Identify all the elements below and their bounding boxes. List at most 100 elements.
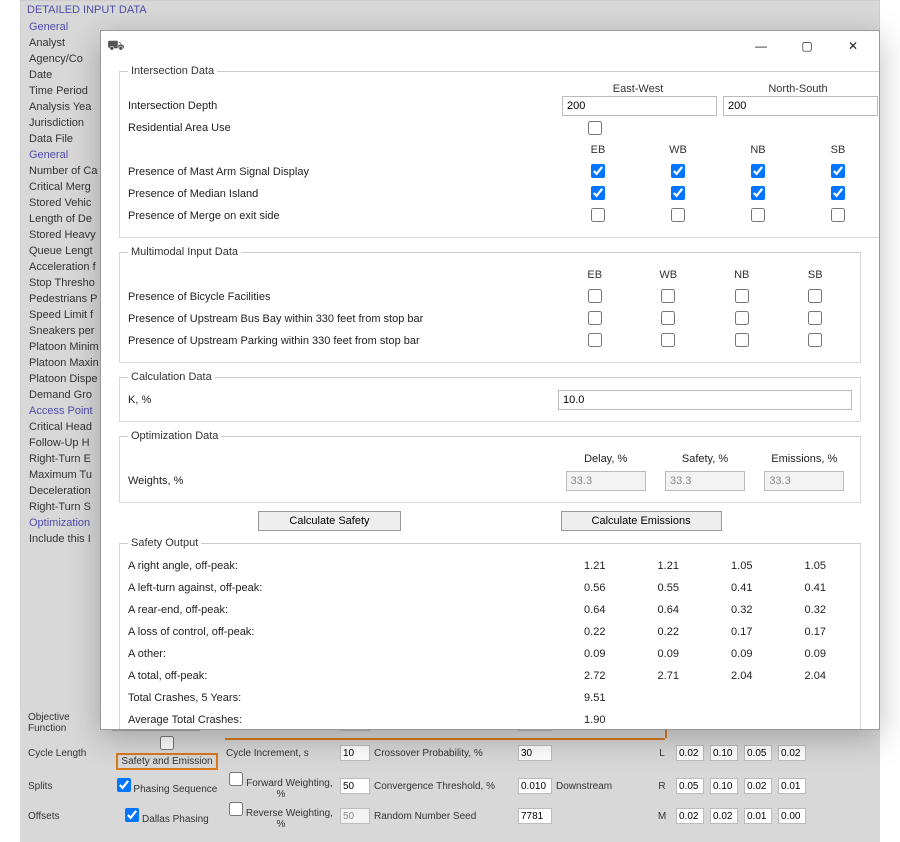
safety-value: 2.71 [632, 670, 706, 682]
grid-r3c3[interactable] [744, 778, 772, 794]
grid-r4c3[interactable] [744, 808, 772, 824]
intersection-row-label: Presence of Merge on exit side [128, 210, 558, 222]
grid-r1c4[interactable] [778, 745, 806, 761]
intersection-col-nb: NB [728, 144, 788, 156]
intersection-row: Presence of Merge on exit side [128, 205, 878, 227]
maximize-button[interactable]: ▢ [787, 34, 827, 58]
intersection-checkbox[interactable] [671, 164, 685, 178]
safety-value: 0.32 [779, 604, 853, 616]
phasing-seq-checkbox[interactable] [229, 772, 243, 786]
delay-col: Delay, % [558, 453, 653, 465]
k-input[interactable] [558, 390, 852, 410]
intersection-checkbox[interactable] [831, 208, 845, 222]
objective-function-label: Objective Function [28, 712, 108, 734]
weight-emissions [764, 471, 844, 491]
multimodal-checkbox[interactable] [735, 333, 749, 347]
cycle-increment-input[interactable] [340, 745, 370, 761]
safety-value: 0.56 [558, 582, 632, 594]
multimodal-row-label: Presence of Upstream Parking within 330 … [128, 335, 558, 347]
multimodal-row: Presence of Bicycle Facilities [128, 286, 852, 308]
multimodal-checkbox[interactable] [661, 289, 675, 303]
safety-value: 0.64 [632, 604, 706, 616]
grid-r1c2[interactable] [710, 745, 738, 761]
grid-r3c2[interactable] [710, 778, 738, 794]
convergence-input[interactable] [518, 778, 552, 794]
safety-and-emission-button[interactable]: Safety and Emission [116, 753, 217, 770]
intersection-row-label: Presence of Mast Arm Signal Display [128, 166, 558, 178]
multimodal-legend: Multimodal Input Data [128, 246, 241, 258]
cycle-length-checkbox[interactable] [160, 736, 174, 750]
intersection-checkbox[interactable] [751, 164, 765, 178]
rng-input[interactable] [518, 808, 552, 824]
weights-label: Weights, % [128, 475, 558, 487]
multimodal-checkbox[interactable] [808, 333, 822, 347]
multimodal-col-wb: WB [638, 269, 698, 281]
forward-weight-input[interactable] [340, 778, 370, 794]
multimodal-checkbox[interactable] [735, 311, 749, 325]
splits-checkbox[interactable] [117, 778, 131, 792]
safety-row-label: A other: [128, 648, 558, 660]
multimodal-checkbox[interactable] [808, 289, 822, 303]
dallas-checkbox[interactable] [229, 802, 243, 816]
offsets-checkbox[interactable] [125, 808, 139, 822]
titlebar: ⛟ — ▢ ✕ [101, 31, 879, 61]
convergence-label: Convergence Threshold, % [374, 781, 514, 792]
multimodal-col-sb: SB [785, 269, 845, 281]
intersection-col-wb: WB [648, 144, 708, 156]
safety-value: 0.09 [632, 648, 706, 660]
k-label: K, % [128, 394, 558, 406]
minimize-button[interactable]: — [741, 34, 781, 58]
intersection-checkbox[interactable] [831, 186, 845, 200]
safety-value: 0.09 [779, 648, 853, 660]
safety-value: 0.41 [705, 582, 779, 594]
multimodal-row: Presence of Upstream Parking within 330 … [128, 330, 852, 352]
safety-value: 0.22 [632, 626, 706, 638]
intersection-checkbox[interactable] [831, 164, 845, 178]
bg-section-title: DETAILED INPUT DATA [21, 1, 879, 19]
intersection-checkbox[interactable] [591, 186, 605, 200]
multimodal-col-eb: EB [565, 269, 625, 281]
multimodal-checkbox[interactable] [735, 289, 749, 303]
depth-ns-input[interactable] [723, 96, 878, 116]
grid-r4c1[interactable] [676, 808, 704, 824]
multimodal-row-label: Presence of Upstream Bus Bay within 330 … [128, 313, 558, 325]
grid-r4c2[interactable] [710, 808, 738, 824]
intersection-col-eb: EB [568, 144, 628, 156]
safety-value: 1.05 [705, 560, 779, 572]
multimodal-checkbox[interactable] [588, 289, 602, 303]
multimodal-checkbox[interactable] [588, 333, 602, 347]
intersection-checkbox[interactable] [751, 186, 765, 200]
intersection-checkbox[interactable] [671, 208, 685, 222]
calculate-emissions-button[interactable]: Calculate Emissions [561, 511, 722, 531]
safety-value: 1.21 [632, 560, 706, 572]
multimodal-checkbox[interactable] [808, 311, 822, 325]
safety-value: 0.09 [705, 648, 779, 660]
calc-legend: Calculation Data [128, 371, 215, 383]
close-button[interactable]: ✕ [833, 34, 873, 58]
safety-row-label: A rear-end, off-peak: [128, 604, 558, 616]
crossover-input[interactable] [518, 745, 552, 761]
crossover-label: Crossover Probability, % [374, 748, 514, 759]
grid-r3c1[interactable] [676, 778, 704, 794]
grid-r1c1[interactable] [676, 745, 704, 761]
residential-area-checkbox[interactable] [588, 121, 602, 135]
intersection-checkbox[interactable] [751, 208, 765, 222]
intersection-checkbox[interactable] [671, 186, 685, 200]
dallas-label: Dallas Phasing [142, 814, 209, 825]
forward-weight-label: Forward Weighting, % [246, 778, 333, 800]
depth-ew-input[interactable] [562, 96, 717, 116]
multimodal-checkbox[interactable] [588, 311, 602, 325]
intersection-row-label: Presence of Median Island [128, 188, 558, 200]
calculate-safety-button[interactable]: Calculate Safety [258, 511, 400, 531]
safety-row: Average Total Crashes:1.90 [128, 709, 852, 729]
grid-r4c4[interactable] [778, 808, 806, 824]
grid-r3c4[interactable] [778, 778, 806, 794]
grid-r1c3[interactable] [744, 745, 772, 761]
residential-area-label: Residential Area Use [128, 122, 558, 134]
intersection-checkbox[interactable] [591, 164, 605, 178]
multimodal-checkbox[interactable] [661, 311, 675, 325]
safety-value: 0.17 [779, 626, 853, 638]
intersection-checkbox[interactable] [591, 208, 605, 222]
intersection-data-group: Intersection Data East-West North-South … [119, 65, 879, 238]
multimodal-checkbox[interactable] [661, 333, 675, 347]
